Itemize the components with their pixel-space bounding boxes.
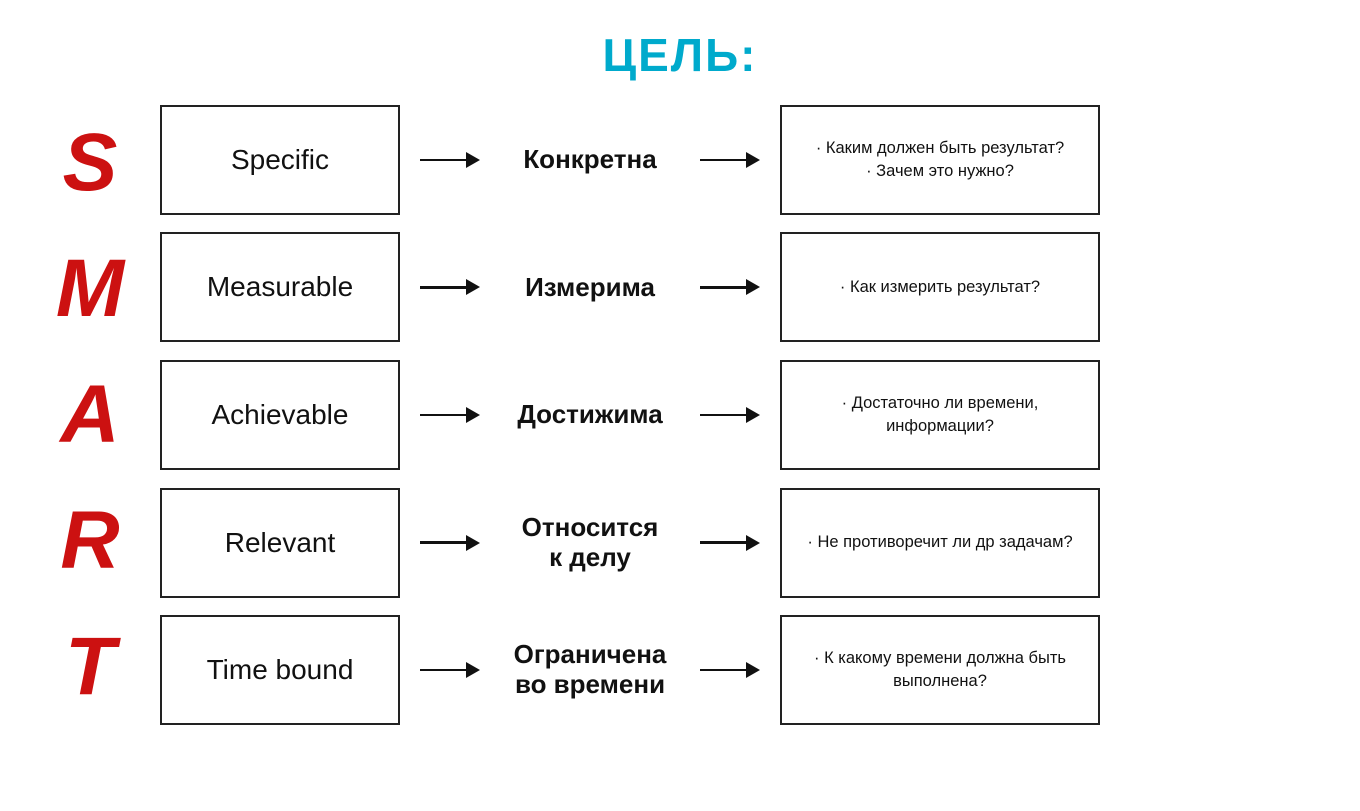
- russian-column: Конкретна Измерима Достижима Относится к де…: [490, 100, 690, 730]
- arrow-icon: [700, 232, 760, 342]
- description-box-3: · Не противоречит ли др задачам?: [780, 488, 1100, 598]
- arrow-icon: [420, 360, 480, 470]
- russian-word-2: Достижима: [517, 360, 662, 470]
- arrow-icon: [420, 615, 480, 725]
- arrow-col-1: [410, 100, 490, 730]
- english-column: Specific Measurable Achievable Relevant Time…: [150, 100, 410, 730]
- arrow-icon: [420, 488, 480, 598]
- arrow-icon: [700, 105, 760, 215]
- russian-word-0: Конкретна: [523, 105, 656, 215]
- description-box-1: · Как измерить результат?: [780, 232, 1100, 342]
- smart-letter-s: S: [63, 100, 118, 226]
- smart-letter-r: R: [60, 478, 119, 604]
- main-layout: SMART Specific Measurable Achievable Releva…: [30, 100, 1330, 730]
- arrow-icon: [700, 615, 760, 725]
- page-title: ЦЕЛЬ:: [603, 28, 758, 82]
- description-column: · Каким должен быть результат? · Зачем э…: [770, 100, 1110, 730]
- description-box-0: · Каким должен быть результат? · Зачем э…: [780, 105, 1100, 215]
- arrow-icon: [420, 232, 480, 342]
- smart-letter-t: T: [65, 604, 115, 730]
- english-box-1: Measurable: [160, 232, 400, 342]
- english-box-0: Specific: [160, 105, 400, 215]
- english-box-4: Time bound: [160, 615, 400, 725]
- smart-letters-column: SMART: [30, 100, 150, 730]
- arrow-icon: [420, 105, 480, 215]
- smart-letter-a: A: [60, 352, 119, 478]
- arrow-icon: [700, 360, 760, 470]
- description-box-4: · К какому времени должна быть выполнена…: [780, 615, 1100, 725]
- smart-letter-m: M: [56, 226, 124, 352]
- russian-word-3: Относится к делу: [522, 488, 659, 598]
- english-box-2: Achievable: [160, 360, 400, 470]
- description-box-2: · Достаточно ли времени, информации?: [780, 360, 1100, 470]
- russian-word-1: Измерима: [525, 232, 655, 342]
- arrow-col-2: [690, 100, 770, 730]
- english-box-3: Relevant: [160, 488, 400, 598]
- arrow-icon: [700, 488, 760, 598]
- russian-word-4: Ограничена во времени: [514, 615, 667, 725]
